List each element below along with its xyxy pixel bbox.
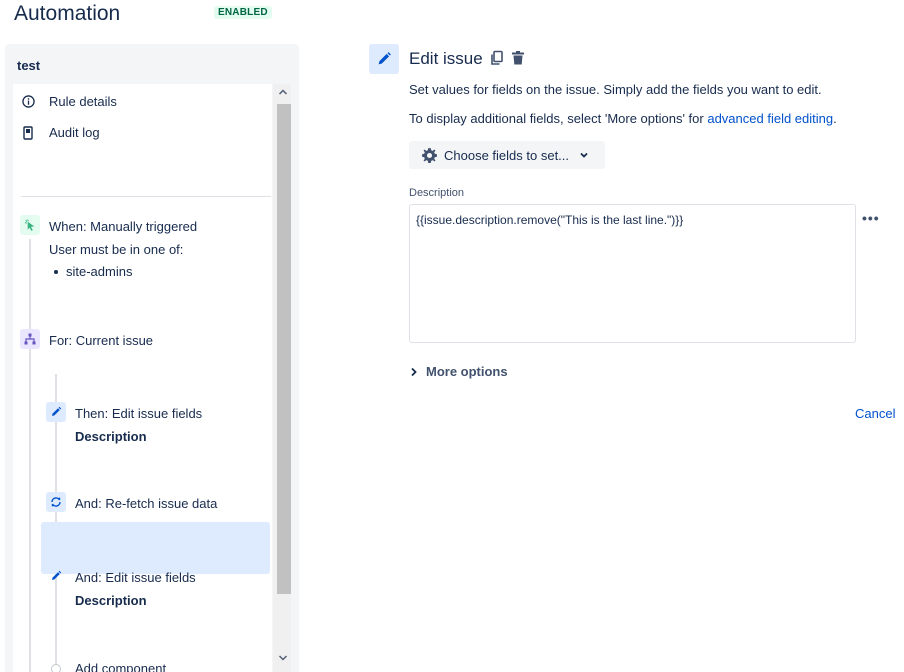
cursor-click-icon [20,215,40,235]
branch-component[interactable]: For: Current issue [20,329,153,353]
timeline-line [29,239,31,672]
sidebar-scrollbar[interactable] [273,84,291,672]
gear-icon [421,147,438,164]
bullet [54,270,58,274]
trigger-condition: User must be in one of: [49,242,184,257]
add-component-button[interactable]: Add component [46,657,166,672]
chevron-down-icon[interactable] [277,653,289,665]
display-hint-suffix: . [833,111,837,126]
more-options-label: More options [426,364,508,379]
choose-fields-button[interactable]: Choose fields to set... [409,141,605,169]
action-refetch-issue[interactable]: And: Re-fetch issue data [46,492,217,516]
chevron-down-icon [579,150,589,160]
more-options-toggle[interactable]: More options [410,364,508,379]
group-list-item: site-admins [49,261,197,283]
add-component-label: Add component [75,661,167,672]
branch-label: For: Current issue [49,333,154,348]
rule-details-link[interactable]: Rule details [21,94,117,109]
editor-display-hint: To display additional fields, select 'Mo… [409,111,837,126]
description-field[interactable]: {{issue.description.remove("This is the … [409,204,856,343]
action-1-label: Then: Edit issue fields [75,406,203,421]
rule-details-label: Rule details [49,94,117,109]
rule-name: test [17,58,41,73]
trigger-component[interactable]: When: Manually triggered User must be in… [20,215,197,283]
action-3-detail: Description [75,593,147,608]
document-icon [21,125,35,140]
rule-components-list: Rule details Audit log When: Manually tr… [13,84,272,672]
pencil-icon [46,566,66,586]
chevron-right-icon [410,367,418,377]
action-2-label: And: Re-fetch issue data [75,496,218,511]
divider [21,196,271,197]
advanced-field-editing-link[interactable]: advanced field editing [707,111,833,126]
pencil-icon [369,44,399,74]
group-name: site-admins [66,264,133,279]
refresh-icon [46,492,66,512]
page-title: Automation [14,2,121,25]
status-badge: ENABLED [214,6,272,19]
scroll-thumb[interactable] [277,104,291,594]
display-hint-prefix: To display additional fields, select 'Mo… [409,111,708,126]
action-3-label: And: Edit issue fields [75,570,196,585]
more-actions-icon[interactable]: ••• [862,210,880,226]
cancel-button[interactable]: Cancel [855,406,895,421]
branch-icon [20,329,40,349]
choose-fields-label: Choose fields to set... [444,147,570,163]
pencil-icon [46,402,66,422]
audit-log-label: Audit log [49,125,100,140]
action-edit-issue-1[interactable]: Then: Edit issue fields Description [46,402,202,448]
editor-title: Edit issue [409,49,483,68]
editor-description: Set values for fields on the issue. Simp… [409,82,822,97]
rule-panel: test Rule details Audit log When: Manual… [5,44,299,672]
action-1-detail: Description [75,429,147,444]
trigger-label: When: Manually triggered [49,219,198,234]
description-field-label: Description [409,187,465,199]
copy-icon[interactable] [489,50,505,66]
action-edit-issue-2[interactable]: And: Edit issue fields Description [46,566,196,612]
chevron-up-icon[interactable] [277,87,289,99]
audit-log-link[interactable]: Audit log [21,125,100,140]
info-icon [21,95,35,109]
trash-icon[interactable] [510,50,526,66]
